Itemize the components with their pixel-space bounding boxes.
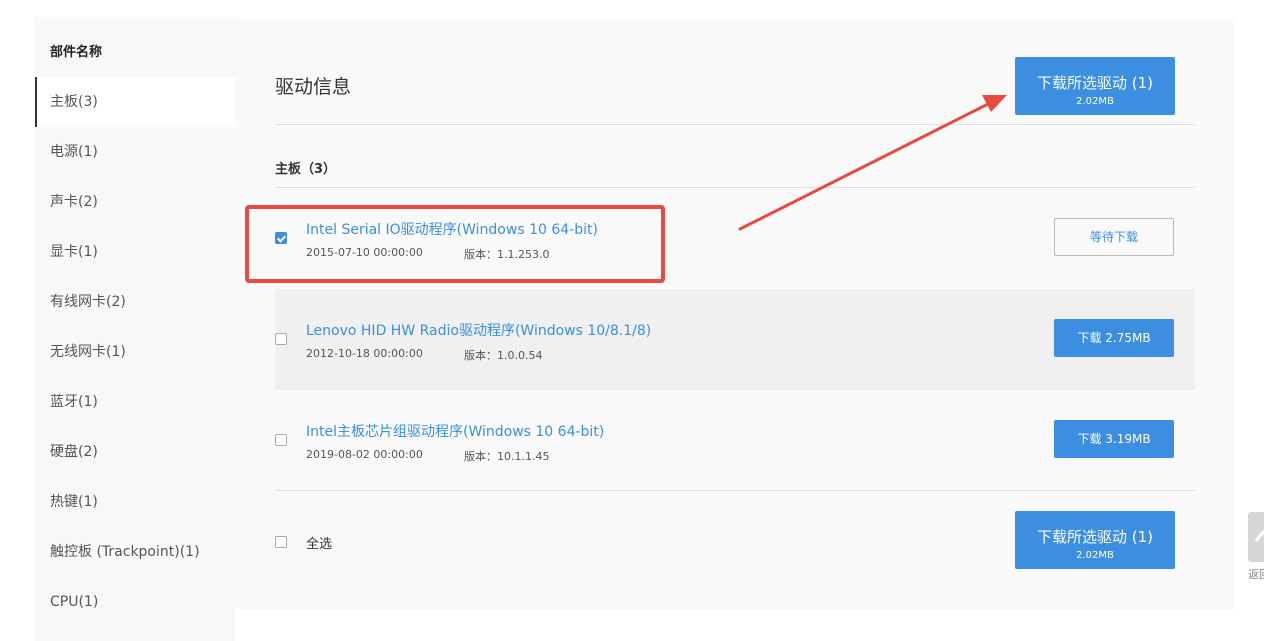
driver-content: 驱动信息 下载所选驱动 (1) 2.02MB 主板（3） Intel Seria… [275, 17, 1195, 609]
download-selected-button-top[interactable]: 下载所选驱动 (1) 2.02MB [1015, 57, 1175, 115]
select-all-checkbox[interactable] [275, 536, 287, 548]
driver-date: 2015-07-10 00:00:00 [306, 246, 423, 259]
sidebar-item-graphics-card[interactable]: 显卡(1) [35, 227, 235, 277]
driver-date: 2012-10-18 00:00:00 [306, 347, 423, 360]
driver-row: Intel主板芯片组驱动程序(Windows 10 64-bit) 2019-0… [275, 390, 1195, 491]
driver-version: 版本：1.0.0.54 [464, 349, 543, 362]
sidebar-item-wired-nic[interactable]: 有线网卡(2) [35, 277, 235, 327]
driver-name-link[interactable]: Intel主板芯片组驱动程序(Windows 10 64-bit) [306, 421, 604, 441]
select-all-label[interactable]: 全选 [306, 533, 332, 552]
sidebar-item-bluetooth[interactable]: 蓝牙(1) [35, 377, 235, 427]
driver-name-link[interactable]: Intel Serial IO驱动程序(Windows 10 64-bit) [306, 219, 598, 239]
divider [275, 124, 1195, 125]
driver-checkbox[interactable] [275, 434, 287, 446]
sidebar-item-cpu[interactable]: CPU(1) [35, 577, 235, 627]
driver-version: 版本：10.1.1.45 [464, 450, 550, 463]
sidebar-item-hotkey[interactable]: 热键(1) [35, 477, 235, 527]
download-button[interactable]: 下载 2.75MB [1054, 319, 1174, 357]
driver-row: Intel Serial IO驱动程序(Windows 10 64-bit) 2… [275, 188, 1195, 289]
sidebar-item-wireless-nic[interactable]: 无线网卡(1) [35, 327, 235, 377]
sidebar-item-trackpad[interactable]: 触控板 (Trackpoint)(1) [35, 527, 235, 577]
download-selected-size: 2.02MB [1076, 549, 1114, 561]
driver-checkbox[interactable] [275, 232, 287, 244]
section-heading: 主板（3） [275, 162, 337, 177]
download-button[interactable]: 下载 3.19MB [1054, 420, 1174, 458]
download-selected-label: 下载所选驱动 (1) [1036, 527, 1154, 546]
select-all-row: 全选 下载所选驱动 (1) 2.02MB [275, 491, 1195, 601]
sidebar-item-sound-card[interactable]: 声卡(2) [35, 177, 235, 227]
sidebar-item-mainboard[interactable]: 主板(3) [35, 77, 235, 127]
chevron-up-icon [1254, 529, 1264, 542]
sidebar-item-power[interactable]: 电源(1) [35, 127, 235, 177]
download-selected-button-bottom[interactable]: 下载所选驱动 (1) 2.02MB [1015, 511, 1175, 569]
waiting-download-button[interactable]: 等待下载 [1054, 218, 1174, 256]
driver-checkbox[interactable] [275, 333, 287, 345]
sidebar-item-hard-disk[interactable]: 硬盘(2) [35, 427, 235, 477]
page: 部件名称 主板(3) 电源(1) 声卡(2) 显卡(1) 有线网卡(2) 无线网… [0, 0, 1264, 641]
back-to-top-label: 返回 [1248, 568, 1264, 581]
component-sidebar: 部件名称 主板(3) 电源(1) 声卡(2) 显卡(1) 有线网卡(2) 无线网… [35, 17, 235, 641]
back-to-top-button[interactable] [1248, 512, 1264, 562]
page-title: 驱动信息 [275, 76, 352, 98]
driver-version: 版本：1.1.253.0 [464, 248, 550, 261]
driver-row: Lenovo HID HW Radio驱动程序(Windows 10/8.1/8… [275, 289, 1195, 390]
driver-date: 2019-08-02 00:00:00 [306, 448, 423, 461]
download-selected-label: 下载所选驱动 (1) [1036, 73, 1154, 92]
driver-panel: 驱动信息 下载所选驱动 (1) 2.02MB 主板（3） Intel Seria… [235, 17, 1235, 609]
sidebar-heading: 部件名称 [50, 45, 103, 60]
download-selected-size: 2.02MB [1076, 95, 1114, 107]
driver-name-link[interactable]: Lenovo HID HW Radio驱动程序(Windows 10/8.1/8… [306, 320, 651, 340]
